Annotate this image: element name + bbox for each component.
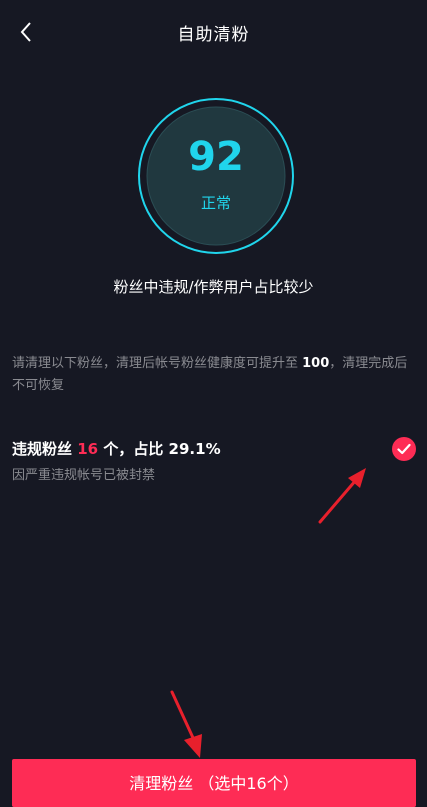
score-value: 92 (188, 134, 244, 180)
violation-title: 违规粉丝 16 个，占比 29.1% (12, 438, 221, 459)
top-bar: 自助清粉 (0, 0, 427, 64)
score-status: 正常 (200, 194, 231, 212)
violation-label-before: 违规粉丝 (12, 440, 78, 458)
notice-target-score: 100 (302, 356, 330, 371)
annotation-arrow-icon (170, 690, 202, 758)
violation-fans-option[interactable]: 违规粉丝 16 个，占比 29.1% 因严重违规帐号已被封禁 (0, 428, 427, 488)
violation-count: 16 (77, 440, 99, 458)
violation-subtitle: 因严重违规帐号已被封禁 (12, 468, 156, 483)
violation-label-after: 个，占比 29.1% (98, 440, 221, 458)
health-summary: 粉丝中违规/作弊用户占比较少 (113, 278, 314, 296)
check-icon (397, 443, 411, 455)
page-title: 自助清粉 (177, 25, 250, 45)
health-score-gauge: 92 正常 (136, 96, 296, 256)
clean-notice: 请清理以下粉丝，清理后帐号粉丝健康度可提升至 100，清理完成后不可恢复 (12, 353, 414, 397)
notice-prefix: 请清理以下粉丝，清理后帐号粉丝健康度可提升至 (12, 356, 303, 371)
clean-fans-button[interactable]: 清理粉丝 （选中16个） (12, 759, 416, 807)
violation-checkbox[interactable] (392, 437, 416, 461)
